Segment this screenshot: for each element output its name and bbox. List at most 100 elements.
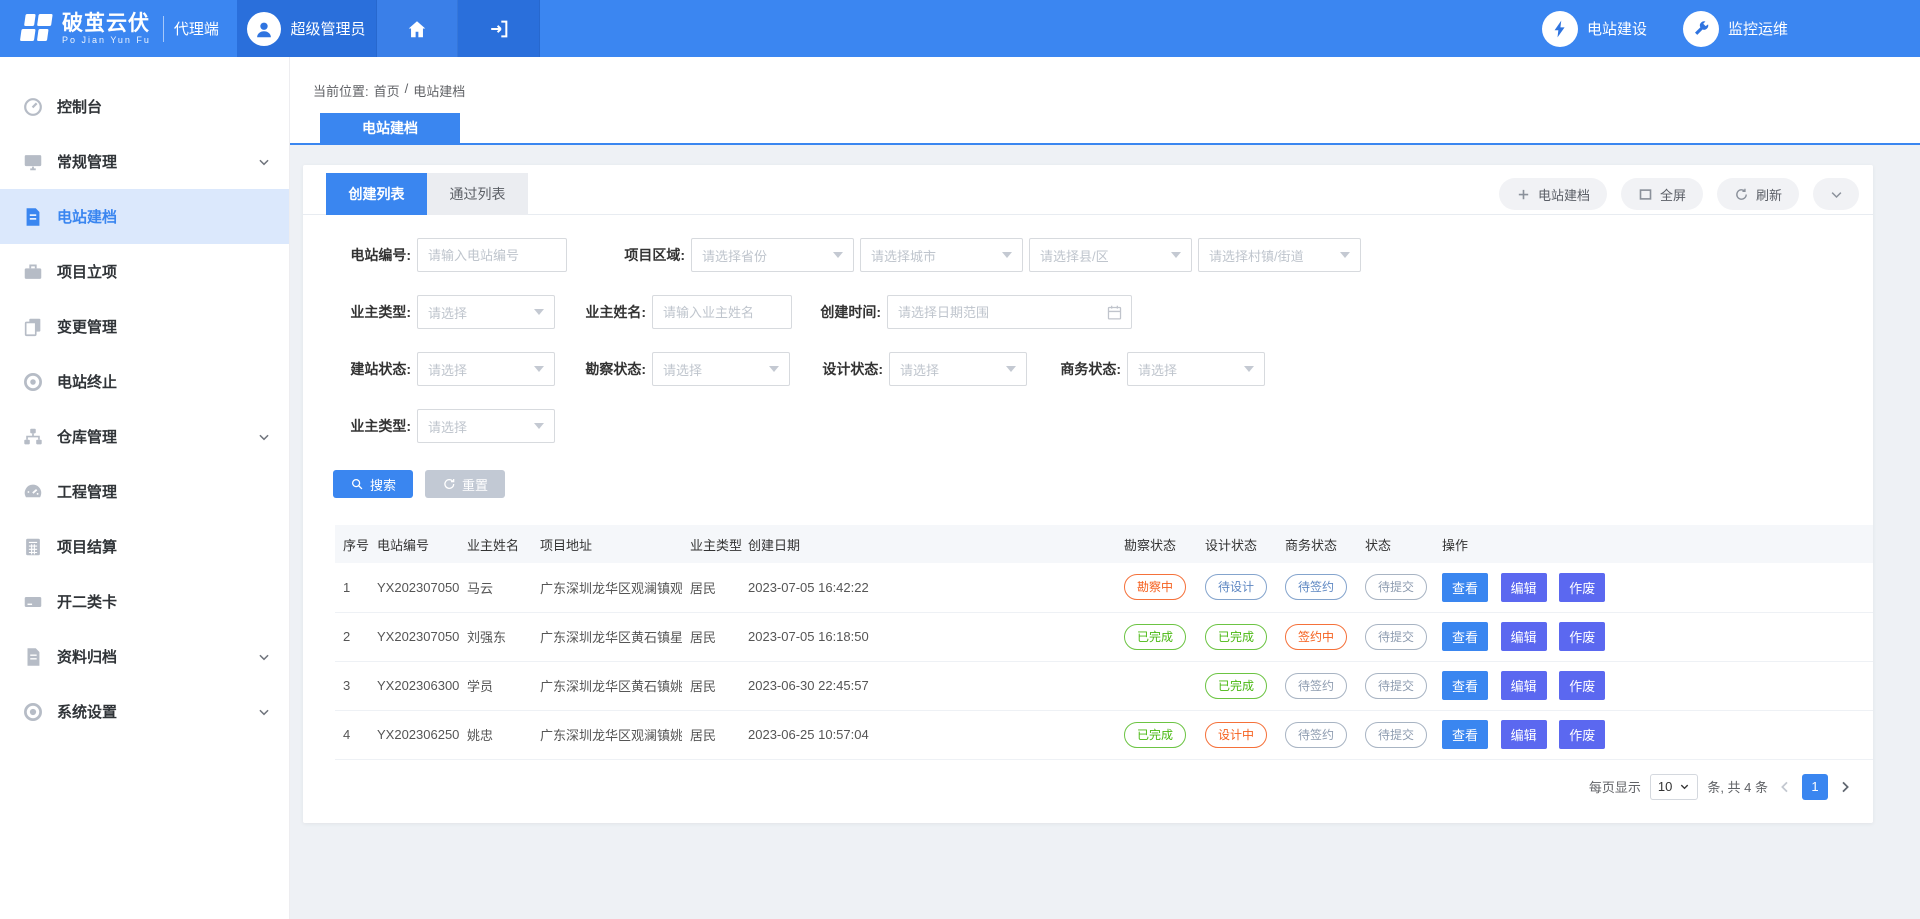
sidebar-item-label: 仓库管理 bbox=[57, 426, 117, 447]
void-button[interactable]: 作废 bbox=[1559, 671, 1605, 700]
search-button[interactable]: 搜索 bbox=[333, 470, 413, 498]
breadcrumb-home-link[interactable]: 首页 bbox=[374, 81, 400, 100]
col-business-status: 商务状态 bbox=[1277, 525, 1357, 563]
user-menu[interactable]: 超级管理员 bbox=[237, 0, 377, 57]
sidebar-item-station-terminate[interactable]: 电站终止 bbox=[0, 354, 289, 409]
table-row: 1 YX2023070500011 马云 广东深圳龙华区观澜镇观湖路... 居民… bbox=[335, 563, 1873, 612]
void-button[interactable]: 作废 bbox=[1559, 573, 1605, 602]
refresh-icon bbox=[1734, 187, 1749, 202]
view-button[interactable]: 查看 bbox=[1442, 720, 1488, 749]
edit-button[interactable]: 编辑 bbox=[1501, 573, 1547, 602]
collapse-toolbar-button[interactable] bbox=[1813, 178, 1859, 210]
table-row: 3 YX2023063000009 学员 广东深圳龙华区黄石镇姚家庄... 居民… bbox=[335, 661, 1873, 710]
county-select[interactable]: 请选择县/区 bbox=[1029, 238, 1192, 272]
status-badge: 待提交 bbox=[1365, 624, 1427, 650]
sidebar-item-project-settlement[interactable]: 项目结算 bbox=[0, 519, 289, 574]
tab-create-list[interactable]: 创建列表 bbox=[326, 173, 427, 215]
next-page-button[interactable] bbox=[1837, 779, 1853, 795]
city-select[interactable]: 请选择城市 bbox=[860, 238, 1023, 272]
business-status-badge: 待签约 bbox=[1285, 673, 1347, 699]
owner-name-label: 业主姓名: bbox=[568, 302, 646, 322]
void-button[interactable]: 作废 bbox=[1559, 622, 1605, 651]
sidebar-item-general-mgmt[interactable]: 常规管理 bbox=[0, 134, 289, 189]
sidebar-item-engineering-mgmt[interactable]: 工程管理 bbox=[0, 464, 289, 519]
edit-button[interactable]: 编辑 bbox=[1501, 720, 1547, 749]
plus-icon bbox=[1516, 187, 1531, 202]
owner-type-select[interactable]: 请选择 bbox=[417, 295, 555, 329]
archive-icon bbox=[22, 646, 44, 668]
logout-icon bbox=[488, 18, 510, 40]
reset-label: 重置 bbox=[462, 475, 488, 494]
app-header: 破茧云伏 Po Jian Yun Fu 代理端 超级管理员 bbox=[0, 0, 1920, 57]
sidebar-item-label: 常规管理 bbox=[57, 151, 117, 172]
business-status-select[interactable]: 请选择 bbox=[1127, 352, 1265, 386]
breadcrumb: 当前位置: 首页 / 电站建档 bbox=[313, 81, 465, 100]
province-select[interactable]: 请选择省份 bbox=[691, 238, 854, 272]
chevron-down-icon bbox=[1829, 187, 1844, 202]
edit-button[interactable]: 编辑 bbox=[1501, 671, 1547, 700]
caret-down-icon bbox=[1006, 366, 1016, 372]
home-button[interactable] bbox=[377, 0, 458, 57]
owner-type2-select[interactable]: 请选择 bbox=[417, 409, 555, 443]
prev-page-button[interactable] bbox=[1777, 779, 1793, 795]
view-button[interactable]: 查看 bbox=[1442, 671, 1488, 700]
refresh-button[interactable]: 刷新 bbox=[1717, 178, 1799, 210]
create-time-input[interactable] bbox=[888, 296, 1131, 328]
header-spacer bbox=[540, 0, 1542, 57]
main-area: 当前位置: 首页 / 电站建档 电站建档 创建列表 通过列表 电站建档 bbox=[290, 57, 1920, 919]
col-actions: 操作 bbox=[1434, 525, 1873, 563]
sidebar-item-warehouse-mgmt[interactable]: 仓库管理 bbox=[0, 409, 289, 464]
nav-station-build[interactable]: 电站建设 bbox=[1542, 11, 1647, 47]
sidebar-item-label: 开二类卡 bbox=[57, 591, 117, 612]
view-button[interactable]: 查看 bbox=[1442, 573, 1488, 602]
edit-button[interactable]: 编辑 bbox=[1501, 622, 1547, 651]
create-station-button[interactable]: 电站建档 bbox=[1499, 178, 1607, 210]
survey-status-badge: 勘察中 bbox=[1124, 574, 1186, 600]
survey-status-select[interactable]: 请选择 bbox=[652, 352, 790, 386]
fullscreen-button[interactable]: 全屏 bbox=[1621, 178, 1703, 210]
town-select[interactable]: 请选择村镇/街道 bbox=[1198, 238, 1361, 272]
void-button[interactable]: 作废 bbox=[1559, 720, 1605, 749]
card-header: 创建列表 通过列表 电站建档 全屏 刷新 bbox=[303, 165, 1873, 215]
tab-pass-list[interactable]: 通过列表 bbox=[427, 173, 528, 215]
station-no-label: 电站编号: bbox=[333, 245, 411, 265]
quick-link-label: 监控运维 bbox=[1728, 18, 1788, 39]
sidebar-item-project-initiation[interactable]: 项目立项 bbox=[0, 244, 289, 299]
survey-status-select-value: 请选择 bbox=[663, 360, 702, 379]
reset-button[interactable]: 重置 bbox=[425, 470, 505, 498]
brand-subtitle: Po Jian Yun Fu bbox=[62, 35, 151, 45]
owner-name-input[interactable] bbox=[652, 295, 792, 329]
create-station-label: 电站建档 bbox=[1538, 185, 1590, 204]
station-no-input[interactable] bbox=[417, 238, 567, 272]
sidebar-item-system-settings[interactable]: 系统设置 bbox=[0, 684, 289, 739]
briefcase-icon bbox=[22, 261, 44, 283]
avatar bbox=[247, 12, 281, 46]
sidebar-item-label: 变更管理 bbox=[57, 316, 117, 337]
sidebar-item-data-archive[interactable]: 资料归档 bbox=[0, 629, 289, 684]
business-status-badge: 待签约 bbox=[1285, 574, 1347, 600]
sidebar-item-open-card[interactable]: 开二类卡 bbox=[0, 574, 289, 629]
sidebar-item-console[interactable]: 控制台 bbox=[0, 79, 289, 134]
nav-monitor-ops[interactable]: 监控运维 bbox=[1683, 11, 1788, 47]
page-number-button[interactable]: 1 bbox=[1802, 774, 1828, 800]
cell-created-at: 2023-06-25 10:57:04 bbox=[740, 710, 1116, 759]
col-station-no: 电站编号 bbox=[369, 525, 459, 563]
cell-station-no: YX2023070500011 bbox=[369, 563, 459, 612]
monitor-icon bbox=[22, 151, 44, 173]
create-time-range-picker[interactable] bbox=[887, 295, 1132, 329]
status-badge: 待提交 bbox=[1365, 673, 1427, 699]
cell-owner-type: 居民 bbox=[682, 661, 740, 710]
pagination: 每页显示 10 条, 共 4 条 1 bbox=[303, 774, 1853, 800]
per-page-select[interactable]: 10 bbox=[1650, 774, 1698, 800]
filter-row-2: 业主类型: 请选择 业主姓名: 创建时间: bbox=[333, 295, 1873, 329]
sidebar-item-change-mgmt[interactable]: 变更管理 bbox=[0, 299, 289, 354]
view-button[interactable]: 查看 bbox=[1442, 622, 1488, 651]
build-status-select[interactable]: 请选择 bbox=[417, 352, 555, 386]
sidebar-item-station-archive[interactable]: 电站建档 bbox=[0, 189, 289, 244]
home-icon bbox=[406, 18, 428, 40]
design-status-badge: 已完成 bbox=[1205, 624, 1267, 650]
design-status-select[interactable]: 请选择 bbox=[889, 352, 1027, 386]
cell-no: 3 bbox=[335, 661, 369, 710]
page-tab-station-archive[interactable]: 电站建档 bbox=[320, 113, 460, 143]
logout-button[interactable] bbox=[458, 0, 540, 57]
